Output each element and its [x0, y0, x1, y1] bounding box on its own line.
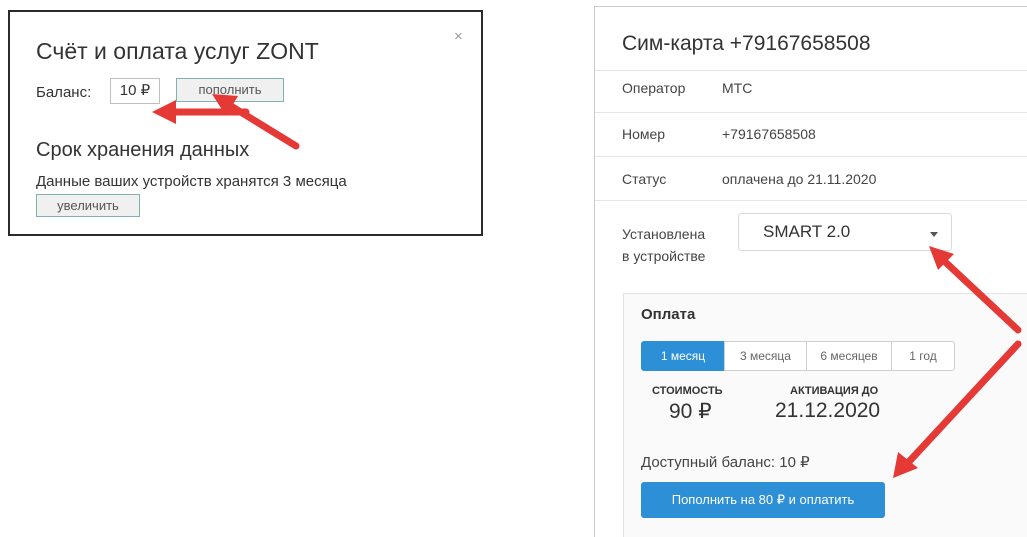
divider: [595, 112, 1027, 113]
panel-top-border: [594, 6, 1027, 7]
dialog-title: Счёт и оплата услуг ZONT: [36, 38, 319, 64]
balance-label: Баланс:: [36, 84, 92, 101]
divider: [595, 200, 1027, 201]
tab-6-months[interactable]: 6 месяцев: [806, 341, 892, 371]
increase-storage-button[interactable]: увеличить: [36, 194, 140, 217]
cost-label: СТОИМОСТЬ: [652, 385, 723, 397]
cost-value: 90 ₽: [669, 400, 712, 423]
chevron-down-icon: [930, 232, 938, 237]
tab-3-months[interactable]: 3 месяца: [724, 341, 807, 371]
operator-label: Оператор: [622, 80, 686, 96]
billing-dialog: Счёт и оплата услуг ZONT × Баланс: 10 ₽ …: [8, 10, 483, 236]
panel-left-border: [594, 6, 595, 537]
activation-label: АКТИВАЦИЯ ДО: [790, 385, 879, 397]
activation-value: 21.12.2020: [775, 399, 881, 422]
status-value: оплачена до 21.11.2020: [722, 171, 877, 187]
device-label-line2: в устройстве: [622, 248, 706, 264]
number-label: Номер: [622, 126, 666, 142]
tab-1-month[interactable]: 1 месяц: [641, 341, 725, 371]
device-label-line1: Установлена: [622, 226, 706, 242]
sim-card-title: Сим-карта +79167658508: [622, 32, 871, 55]
payment-title: Оплата: [641, 306, 696, 323]
period-tabs: 1 месяц 3 месяца 6 месяцев 1 год: [641, 341, 955, 371]
divider: [595, 70, 1027, 71]
status-label: Статус: [622, 171, 667, 187]
storage-title: Срок хранения данных: [36, 139, 250, 161]
available-balance: Доступный баланс: 10 ₽: [641, 454, 810, 471]
device-select-value: SMART 2.0: [763, 222, 851, 241]
device-label: Установлена в устройстве: [622, 223, 705, 267]
device-select[interactable]: SMART 2.0: [738, 213, 952, 251]
balance-value: 10 ₽: [110, 78, 160, 104]
storage-text: Данные ваших устройств хранятся 3 месяца: [36, 173, 347, 190]
close-icon[interactable]: ×: [454, 28, 463, 45]
tab-1-year[interactable]: 1 год: [891, 341, 955, 371]
number-value: +79167658508: [722, 126, 816, 142]
operator-value: МТС: [722, 80, 753, 96]
topup-and-pay-button[interactable]: Пополнить на 80 ₽ и оплатить: [641, 482, 885, 518]
topup-button[interactable]: пополнить: [176, 78, 284, 102]
divider: [595, 156, 1027, 157]
